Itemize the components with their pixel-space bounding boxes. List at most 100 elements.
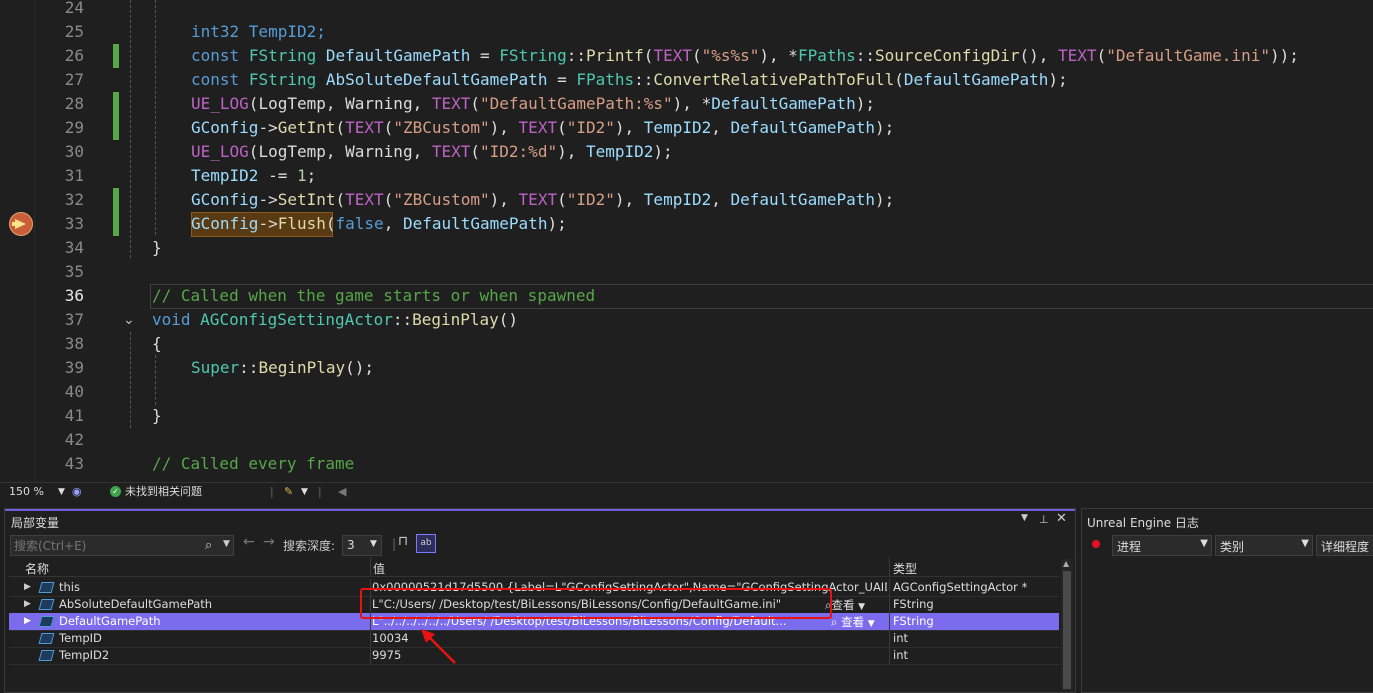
line-number: 41 <box>64 406 84 425</box>
code-line-29: GConfig->GetInt(TEXT("ZBCustom"), TEXT("… <box>191 116 894 140</box>
panel-menu-icon[interactable]: ▼ <box>1021 513 1028 523</box>
category-filter[interactable]: 类别 ▼ <box>1215 535 1313 556</box>
code-line-32: GConfig->SetInt(TEXT("ZBCustom"), TEXT("… <box>191 188 894 212</box>
code-token: :: <box>566 46 586 65</box>
code-editor[interactable]: ⌄ 24 25 26 27 28 29 30 31 32 33 34 35 36… <box>0 0 1373 482</box>
code-token: ( <box>643 46 654 65</box>
variable-value[interactable]: 9975 <box>372 648 401 663</box>
column-name[interactable]: 名称 <box>25 560 49 577</box>
scroll-up-icon[interactable]: ▲ <box>1063 559 1069 568</box>
code-token: ( <box>335 190 346 209</box>
code-token: DefaultGamePath <box>402 214 548 233</box>
line-number: 34 <box>64 238 84 257</box>
check-icon: ✓ <box>110 486 121 497</box>
code-token: DefaultGamePath <box>903 70 1049 89</box>
column-value[interactable]: 值 <box>373 560 385 577</box>
view-visualizer-button[interactable]: ⌕ 查看 ▼ <box>831 614 875 630</box>
search-dropdown-icon[interactable]: ▼ <box>223 539 230 549</box>
code-line-30: UE_LOG(LogTemp, Warning, TEXT("ID2:%d"),… <box>191 140 673 164</box>
variable-value[interactable]: 10034 <box>372 631 409 646</box>
column-divider <box>889 596 890 613</box>
back-arrow-icon[interactable]: ← <box>243 534 255 550</box>
code-line-37: void AGConfigSettingActor::BeginPlay() <box>152 308 518 332</box>
code-token: const <box>191 70 240 89</box>
code-token: ), * <box>672 94 712 113</box>
panel-title[interactable]: Unreal Engine 日志 <box>1087 514 1199 531</box>
expand-icon[interactable]: ▶ <box>24 579 31 596</box>
zoom-dropdown-icon[interactable]: ▼ <box>58 485 65 499</box>
issues-status[interactable]: 未找到相关问题 <box>125 485 202 499</box>
brush-dropdown-icon[interactable]: ▼ <box>301 485 308 499</box>
code-line-41: } <box>152 404 162 428</box>
code-token: (), <box>1019 46 1059 65</box>
scroll-left-icon[interactable]: ◀ <box>338 485 346 499</box>
scroll-thumb[interactable] <box>1063 571 1071 689</box>
close-icon[interactable]: ✕ <box>1056 511 1067 526</box>
panel-title[interactable]: 局部变量 <box>11 514 59 531</box>
variable-name: AbSoluteDefaultGamePath <box>59 597 213 611</box>
code-token: ( <box>248 142 259 161</box>
editor-status-bar: 150 % ▼ ◉ ✓ 未找到相关问题 | ✎ ▼ | ◀ <box>0 482 1373 501</box>
code-token: , <box>711 118 731 137</box>
code-token: TEXT <box>345 118 384 137</box>
code-token: FPaths <box>576 70 635 89</box>
forward-arrow-icon[interactable]: → <box>263 534 275 550</box>
hex-display-icon[interactable]: ab <box>416 534 436 553</box>
column-type[interactable]: 类型 <box>893 560 917 577</box>
code-token: ); <box>875 190 895 209</box>
code-token: -> <box>258 214 278 233</box>
code-token: ( <box>383 118 394 137</box>
code-token: FPaths <box>797 46 856 65</box>
filter-label: 类别 <box>1220 540 1245 554</box>
zoom-level[interactable]: 150 % <box>9 485 44 499</box>
column-divider[interactable] <box>889 557 890 576</box>
pin-icon[interactable]: ⊥ <box>1039 513 1049 526</box>
variable-icon <box>38 616 55 627</box>
code-token: ), * <box>759 46 798 65</box>
record-icon[interactable] <box>1092 540 1100 548</box>
brush-icon[interactable]: ✎ <box>284 485 293 499</box>
variable-icon <box>38 650 55 661</box>
code-token: Warning <box>345 94 413 113</box>
code-token: ( <box>248 94 259 113</box>
line-number: 31 <box>64 166 84 185</box>
code-token: TempID2 <box>585 142 654 161</box>
code-token: ), <box>614 190 644 209</box>
code-token: ( <box>691 46 702 65</box>
code-token: ); <box>855 94 875 113</box>
line-number: 25 <box>64 22 84 41</box>
code-token: BeginPlay <box>258 358 346 377</box>
code-token: FString <box>248 70 317 89</box>
vertical-scrollbar[interactable]: ▲ <box>1061 559 1073 690</box>
expand-icon[interactable]: ▶ <box>24 596 31 613</box>
code-token: , <box>711 190 731 209</box>
search-box[interactable]: ⌕ ▼ <box>10 535 234 556</box>
pin-source-icon[interactable]: ⊓ <box>398 534 408 549</box>
line-number: 32 <box>64 190 84 209</box>
column-divider[interactable] <box>370 557 371 576</box>
code-token: AbSoluteDefaultGamePath <box>325 70 548 89</box>
expand-icon[interactable]: ▶ <box>24 613 31 630</box>
view-label: 查看 <box>841 615 865 629</box>
code-token: ConvertRelativePathToFull <box>653 70 895 89</box>
view-label: 查看 <box>831 598 855 612</box>
chevron-down-icon: ▼ <box>1200 538 1208 549</box>
line-number: 29 <box>64 118 84 137</box>
code-token: TempID2 <box>643 190 712 209</box>
copilot-icon[interactable]: ◉ <box>72 485 82 499</box>
code-token: TEXT <box>653 46 692 65</box>
search-icon[interactable]: ⌕ <box>205 538 212 553</box>
line-number: 39 <box>64 358 84 377</box>
code-token: GetInt <box>277 118 336 137</box>
search-input[interactable] <box>14 537 194 554</box>
variable-icon <box>38 599 55 610</box>
process-filter[interactable]: 进程 ▼ <box>1112 535 1212 556</box>
line-number: 38 <box>64 334 84 353</box>
table-row[interactable]: TempID 10034 int <box>9 630 1059 648</box>
table-row[interactable]: TempID2 9975 int <box>9 647 1059 665</box>
verbosity-filter[interactable]: 详细程度 <box>1316 535 1373 556</box>
magnifier-icon: ⌕ <box>831 615 838 629</box>
depth-select[interactable]: 3 ▼ <box>342 535 382 556</box>
code-token: false <box>335 214 384 233</box>
separator: | <box>270 485 274 498</box>
